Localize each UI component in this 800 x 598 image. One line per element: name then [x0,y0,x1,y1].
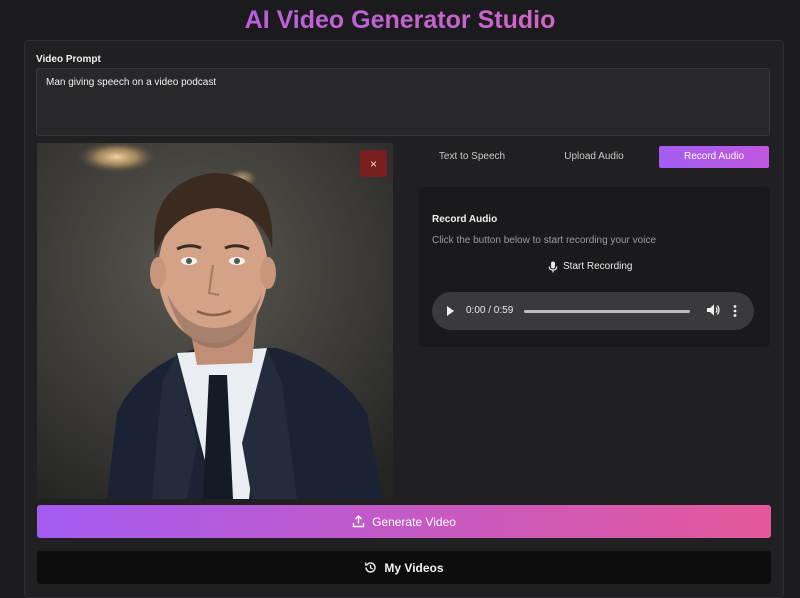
volume-icon[interactable] [706,303,720,317]
record-audio-description: Click the button below to start recordin… [432,235,656,246]
generate-video-button[interactable]: Generate Video [37,505,771,538]
prompt-input[interactable]: Man giving speech on a video podcast [36,68,770,136]
player-progress-track[interactable] [524,310,690,313]
page-title: AI Video Generator Studio [0,4,800,36]
tab-text-to-speech[interactable]: Text to Speech [418,146,526,168]
my-videos-label: My Videos [384,560,444,575]
player-time: 0:00 / 0:59 [466,305,514,316]
microphone-icon [548,261,558,273]
history-icon [365,562,377,573]
portrait-photo [37,143,393,499]
tab-upload-audio[interactable]: Upload Audio [538,146,650,168]
tab-record-audio[interactable]: Record Audio [659,146,769,168]
upload-icon [352,515,365,528]
uploaded-image [37,143,393,499]
close-icon: × [369,156,377,171]
generate-video-label: Generate Video [372,514,456,529]
play-icon[interactable] [447,306,454,316]
more-options-icon[interactable] [731,304,739,318]
start-recording-label: Start Recording [563,261,633,272]
remove-image-button[interactable]: × [360,150,387,177]
record-audio-title: Record Audio [432,214,498,225]
audio-tabs: Text to Speech Upload Audio Record Audio [418,146,770,168]
start-recording-button[interactable]: Start Recording [548,259,632,275]
prompt-label: Video Prompt [36,54,101,65]
my-videos-button[interactable]: My Videos [37,551,771,584]
